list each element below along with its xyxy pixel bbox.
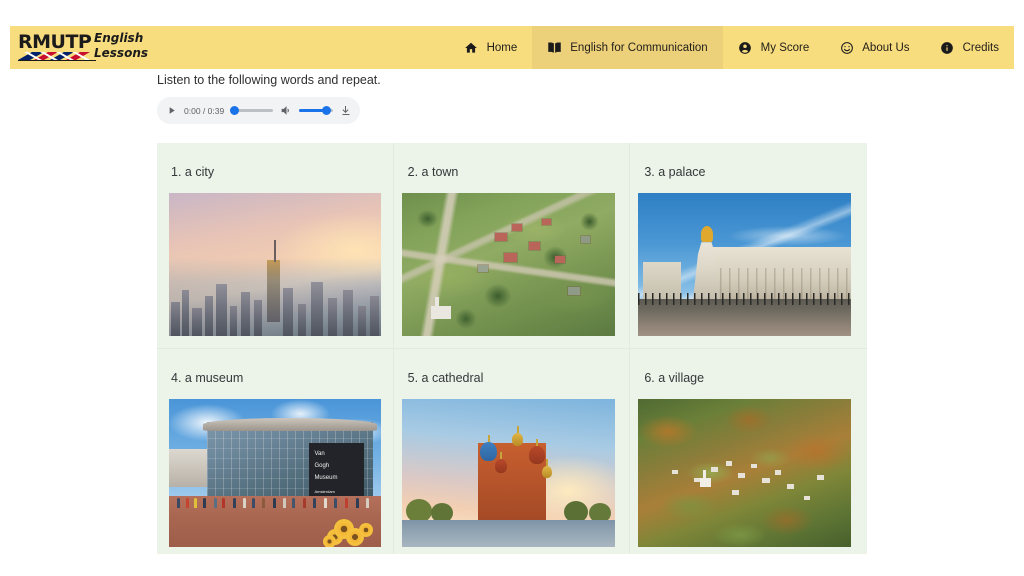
nav-label-about-us: About Us [862, 41, 910, 54]
audio-player[interactable]: 0:00 / 0:39 [157, 97, 360, 124]
volume-slider[interactable] [299, 104, 333, 117]
logo-brand-text: RMUTP [18, 30, 92, 53]
moscow-river [401, 519, 615, 547]
golden-victory-statue [701, 225, 714, 242]
cathedral-blue-dome [480, 441, 498, 461]
vocab-label-town: 2. a town [407, 165, 459, 179]
play-icon[interactable] [165, 104, 178, 117]
nav-item-my-score[interactable]: My Score [723, 26, 825, 69]
vocab-label-museum: 4. a museum [171, 370, 244, 385]
download-icon[interactable] [339, 104, 352, 118]
town-church [431, 296, 452, 319]
logo-subtitle-line1: English [94, 30, 144, 45]
cathedral-small-red-dome [495, 458, 508, 473]
museum-side-building [169, 448, 208, 488]
seek-thumb[interactable] [230, 106, 240, 115]
vocab-card-museum[interactable]: 4. a museum Van Gogh Museum Amsterdam [157, 348, 394, 554]
site-header: RMUTP English Lessons Home English for C… [10, 26, 1014, 69]
smiley-face-icon [839, 40, 854, 55]
museum-sign-line1: Van [314, 451, 325, 458]
cathedral-red-dome [529, 445, 546, 464]
vocab-label-city: 1. a city [171, 165, 215, 179]
audio-time-display: 0:00 / 0:39 [184, 105, 225, 116]
volume-thumb[interactable] [322, 106, 331, 115]
nav-item-about-us[interactable]: About Us [824, 26, 924, 69]
vocab-label-palace: 3. a palace [644, 165, 706, 179]
museum-photo: Van Gogh Museum Amsterdam [169, 398, 381, 547]
nav-label-my-score: My Score [760, 41, 810, 54]
sunflowers [288, 496, 377, 547]
buckingham-palace-facade [702, 247, 852, 300]
village-photo [638, 398, 852, 547]
vocabulary-grid: 1. a city 2. a town 3. a palace 4. a mus… [157, 143, 867, 554]
logo-mark: RMUTP English Lessons [18, 31, 150, 65]
logo[interactable]: RMUTP English Lessons [10, 31, 150, 65]
main-navigation: Home English for Communication My Score [449, 26, 1014, 69]
vocab-card-village[interactable]: 6. a village [630, 349, 867, 555]
village-church [700, 470, 712, 488]
instruction-text: Listen to the following words and repeat… [157, 73, 381, 87]
vocab-card-town[interactable]: 2. a town [393, 143, 631, 349]
nav-item-home[interactable]: Home [449, 26, 533, 69]
volume-up-icon[interactable] [279, 104, 293, 118]
vocab-card-palace[interactable]: 3. a palace [630, 143, 867, 349]
home-icon [464, 40, 479, 55]
info-circle-icon [940, 40, 955, 55]
logo-subtitle: English Lessons [94, 31, 148, 61]
palace-photo [638, 193, 852, 336]
museum-sign-line2: Gogh [314, 463, 330, 469]
palace-fence [638, 293, 852, 305]
vocab-label-village: 6. a village [644, 370, 705, 385]
union-flag-icon [18, 51, 96, 61]
vocab-card-cathedral[interactable]: 5. a cathedral [394, 348, 631, 554]
nav-item-credits[interactable]: Credits [925, 26, 1014, 69]
museum-sign-line3: Museum [314, 474, 338, 481]
account-circle-icon [738, 40, 753, 55]
book-icon [547, 40, 562, 55]
village-rooftops [638, 399, 851, 547]
audio-seek-slider[interactable] [230, 104, 273, 117]
nav-item-english-for-communication[interactable]: English for Communication [532, 26, 723, 69]
vocab-label-cathedral: 5. a cathedral [407, 370, 484, 385]
vocab-card-city[interactable]: 1. a city [157, 143, 394, 349]
nav-label-credits: Credits [962, 41, 999, 54]
town-aerial-photo [401, 193, 615, 336]
nav-label-english-for-communication: English for Communication [570, 41, 708, 54]
cathedral-photo [401, 398, 615, 547]
cathedral-gold-dome [512, 432, 524, 446]
cathedral-trees [402, 493, 615, 523]
city-skyline-photo [169, 193, 381, 336]
museum-curved-roof [202, 417, 377, 432]
logo-subtitle-line2: Lessons [94, 45, 148, 60]
nav-label-home: Home [486, 41, 518, 54]
